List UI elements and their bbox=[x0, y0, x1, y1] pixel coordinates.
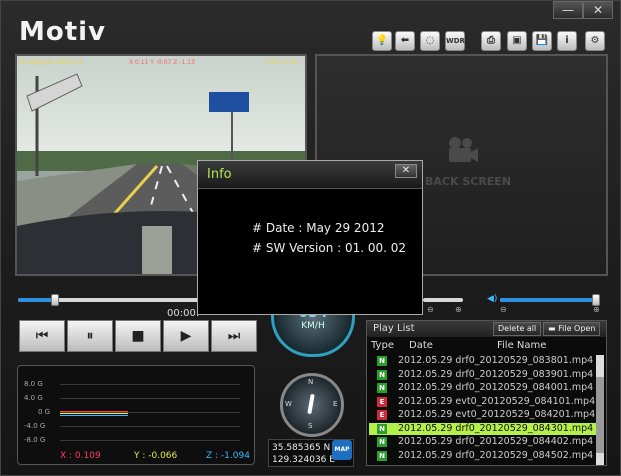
column-file-name: File Name bbox=[497, 340, 547, 351]
compass-west: W bbox=[285, 400, 292, 408]
back-button[interactable]: ⬅ bbox=[395, 31, 415, 51]
file-type-badge: E bbox=[377, 396, 387, 407]
save-button[interactable]: 💾 bbox=[532, 31, 552, 51]
playlist-row-text: 2012.05.29 drf0_20120529_083901.mp4 bbox=[398, 368, 594, 380]
volume-level bbox=[500, 298, 598, 302]
gsensor-x-trace bbox=[60, 411, 128, 412]
gsensor-z-trace bbox=[60, 415, 128, 416]
column-type: Type bbox=[371, 340, 394, 351]
pause-button[interactable]: ⏸ bbox=[67, 320, 113, 352]
file-type-badge: N bbox=[377, 383, 387, 393]
camera-icon bbox=[445, 136, 479, 164]
seek-progress bbox=[18, 298, 56, 302]
gsensor-y-trace bbox=[60, 413, 128, 414]
delete-all-button[interactable]: Delete all bbox=[493, 322, 542, 336]
settings-button[interactable]: ⚙ bbox=[585, 31, 605, 51]
map-button[interactable]: MAP bbox=[332, 440, 352, 460]
dialog-date: # Date : May 29 2012 bbox=[252, 221, 385, 235]
gsensor-graph: 8.0 G 4.0 G 0 G -4.0 G -8.0 G X : 0.109 … bbox=[17, 365, 255, 465]
playlist-row[interactable]: E 2012.05.29 evt0_20120529_084101.mp4 bbox=[369, 396, 597, 408]
file-type-badge: N bbox=[377, 423, 387, 434]
playlist-title: Play List bbox=[373, 323, 415, 334]
playlist-row-text: 2012.05.29 evt0_20120529_084101.mp4 bbox=[398, 395, 596, 407]
volume-icon[interactable]: ◀) bbox=[487, 294, 497, 304]
dialog-close-button[interactable]: ✕ bbox=[395, 164, 417, 178]
bulb-button[interactable]: 💡 bbox=[372, 31, 392, 51]
compass-needle-icon bbox=[307, 393, 315, 415]
gsensor-scale-label: 8.0 G bbox=[24, 380, 43, 388]
play-button[interactable]: ▶ bbox=[163, 320, 209, 352]
file-type-badge: N bbox=[377, 356, 387, 366]
folder-icon: ▬ bbox=[548, 324, 559, 333]
file-open-button[interactable]: ▬ File Open bbox=[543, 322, 601, 336]
playlist-row[interactable]: E 2012.05.29 evt0_20120529_084201.mp4 bbox=[369, 409, 597, 421]
file-type-badge: N bbox=[377, 369, 387, 380]
info-button[interactable]: i bbox=[557, 31, 577, 51]
playlist-panel: Play List Delete all ▬ File Open Type Da… bbox=[366, 320, 607, 466]
wdr-button[interactable]: WDR bbox=[445, 31, 465, 51]
playlist-row-text: 2012.05.29 drf0_20120529_084001.mp4 bbox=[398, 382, 594, 393]
next-button[interactable]: ⏭ bbox=[211, 320, 257, 352]
seek-plus-icon[interactable]: ⊕ bbox=[455, 305, 462, 314]
compass-north: N bbox=[308, 378, 314, 386]
light-button[interactable]: ◌ bbox=[420, 31, 440, 51]
playlist-row[interactable]: N 2012.05.29 drf0_20120529_083801.mp4 bbox=[369, 355, 597, 367]
volume-minus-icon[interactable]: ⊖ bbox=[500, 305, 507, 314]
grid-line bbox=[60, 426, 240, 427]
seek-track-right[interactable] bbox=[423, 298, 463, 302]
dialog-sw-version: # SW Version : 01. 00. 02 bbox=[252, 241, 407, 255]
grid-line bbox=[60, 398, 240, 399]
osd-timestamp: 2012/05/29 08:43:12 bbox=[19, 59, 83, 66]
print-button[interactable]: ⎙ bbox=[481, 31, 501, 51]
previous-button[interactable]: ⏮ bbox=[19, 320, 65, 352]
playlist-row[interactable]: N 2012.05.29 drf0_20120529_083901.mp4 bbox=[369, 369, 597, 381]
file-open-label: File Open bbox=[558, 324, 596, 333]
file-type-badge: N bbox=[377, 437, 387, 447]
app-window: Motiv — ✕ 💡 ⬅ ◌ WDR ⎙ ▣ 💾 i ⚙ 2012/05/29… bbox=[0, 0, 621, 476]
compass-east: E bbox=[333, 400, 338, 408]
minimize-button[interactable]: — bbox=[553, 1, 583, 19]
seek-minus-icon[interactable]: ⊖ bbox=[427, 305, 434, 314]
scrollbar-thumb[interactable] bbox=[596, 377, 604, 453]
playlist-row[interactable]: N 2012.05.29 drf0_20120529_084402.mp4 bbox=[369, 436, 597, 448]
osd-info: 3.05 01.00 bbox=[265, 59, 298, 66]
playlist-scrollbar[interactable] bbox=[596, 355, 604, 465]
gsensor-x-value: X : 0.109 bbox=[60, 451, 101, 461]
playlist-row[interactable]: N 2012.05.29 drf0_20120529_084301.mp4 bbox=[369, 422, 597, 435]
volume-plus-icon[interactable]: ⊕ bbox=[593, 305, 600, 314]
playlist-row-text: 2012.05.29 drf0_20120529_084402.mp4 bbox=[398, 436, 594, 447]
playlist-row-text: 2012.05.29 drf0_20120529_083801.mp4 bbox=[398, 355, 594, 366]
stop-button[interactable]: ■ bbox=[115, 320, 161, 352]
playlist-row-text: 2012.05.29 drf0_20120529_084502.mp4 bbox=[398, 449, 594, 461]
playlist-row-text: 2012.05.29 evt0_20120529_084201.mp4 bbox=[398, 409, 596, 420]
grid-line bbox=[60, 384, 240, 385]
seek-thumb[interactable] bbox=[51, 294, 60, 306]
playback-time: 00:00: bbox=[167, 308, 200, 319]
gsensor-scale-label: -8.0 G bbox=[24, 436, 46, 444]
file-type-badge: E bbox=[377, 410, 387, 420]
speed-unit: KM/H bbox=[301, 321, 325, 331]
compass: N E S W bbox=[280, 373, 344, 437]
gsensor-scale-label: -4.0 G bbox=[24, 422, 46, 430]
image-button[interactable]: ▣ bbox=[507, 31, 527, 51]
close-window-button[interactable]: ✕ bbox=[583, 1, 613, 19]
playlist-row[interactable]: N 2012.05.29 drf0_20120529_084001.mp4 bbox=[369, 382, 597, 394]
compass-south: S bbox=[308, 422, 313, 430]
playlist-row[interactable]: N 2012.05.29 drf0_20120529_084502.mp4 bbox=[369, 450, 597, 462]
gsensor-z-value: Z : -1.094 bbox=[206, 451, 250, 461]
info-dialog: Info ✕ # Date : May 29 2012 # SW Version… bbox=[197, 160, 423, 315]
gsensor-y-value: Y : -0.066 bbox=[134, 451, 178, 461]
app-logo: Motiv bbox=[19, 17, 107, 47]
back-screen-label: BACK SCREEN bbox=[425, 175, 512, 188]
dialog-title: Info bbox=[207, 167, 232, 182]
playlist-row-text: 2012.05.29 drf0_20120529_084301.mp4 bbox=[398, 422, 594, 434]
file-type-badge: N bbox=[377, 450, 387, 461]
osd-gsensor: X 0.11 Y -0.07 Z -1.13 bbox=[129, 59, 195, 66]
column-date: Date bbox=[409, 340, 433, 351]
grid-line bbox=[60, 440, 240, 441]
gsensor-scale-label: 0 G bbox=[38, 408, 51, 416]
gsensor-scale-label: 4.0 G bbox=[24, 394, 43, 402]
